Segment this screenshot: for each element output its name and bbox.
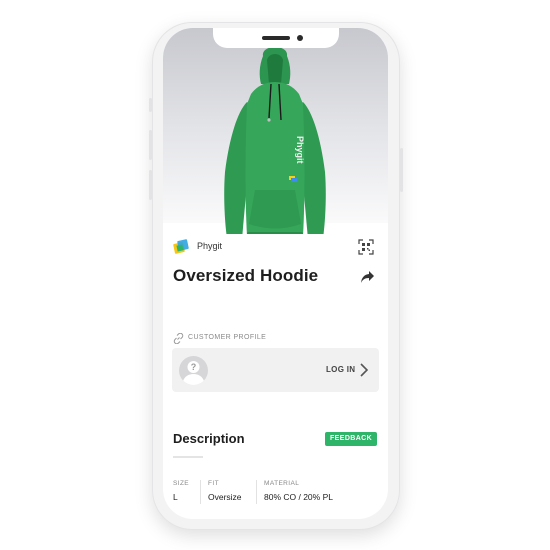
svg-text:?: ? [191,362,197,372]
link-icon [173,333,184,344]
customer-profile-card[interactable]: ? LOG IN [172,348,379,392]
phone-side-button [149,98,152,112]
brand-name: Phygit [197,241,223,251]
spec-divider [256,480,257,504]
phone-screen: Phygit Phygit Oversized Hoodie CUSTOMER … [163,28,388,519]
description-tab-underline [173,456,203,458]
spec-key: MATERIAL [264,480,300,487]
spec-fit: FIT Oversize [208,480,242,502]
qr-code-icon[interactable] [358,239,374,255]
svg-text:Phygit: Phygit [295,136,305,164]
share-icon[interactable] [360,270,375,284]
speaker-grille [262,36,290,40]
customer-profile-label: CUSTOMER PROFILE [188,334,267,341]
chevron-right-icon[interactable] [359,362,369,378]
product-title: Oversized Hoodie [173,266,319,285]
front-camera [297,35,303,41]
spec-material: MATERIAL 80% CO / 20% PL [264,480,333,502]
spec-key: FIT [208,480,219,487]
description-title: Description [173,431,245,446]
spec-size: SIZE L [173,480,189,502]
spec-divider [200,480,201,504]
phone-power-button [400,148,403,192]
phone-notch [213,28,339,48]
spec-value: Oversize [208,492,242,502]
hoodie-image: Phygit [224,47,326,234]
login-button[interactable]: LOG IN [326,365,355,374]
spec-key: SIZE [173,480,190,487]
feedback-button[interactable]: FEEDBACK [325,432,378,446]
phone-volume-up [149,130,152,160]
brand-logo-icon [173,239,189,254]
phone-volume-down [149,170,152,200]
spec-value: L [173,492,178,502]
question-avatar-icon: ? [179,356,208,385]
spec-value: 80% CO / 20% PL [264,492,333,502]
brand-row: Phygit [173,239,378,255]
